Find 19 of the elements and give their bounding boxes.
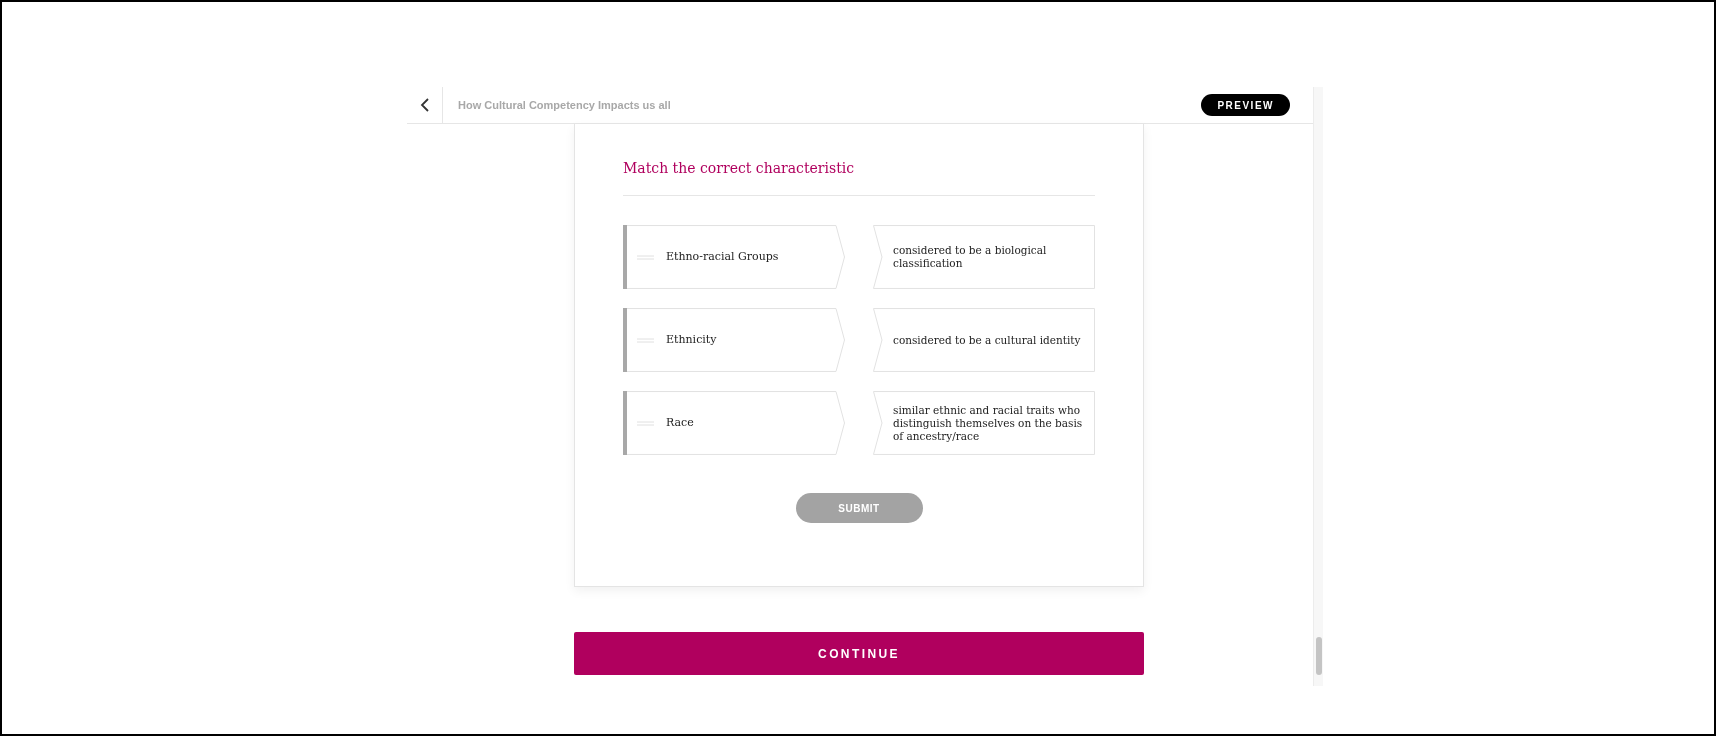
draggable-item[interactable]: Race [623, 391, 845, 455]
lesson-title: How Cultural Competency Impacts us all [458, 97, 671, 113]
target-label: considered to be a cultural identity [893, 333, 1081, 347]
draggable-item[interactable]: Ethnicity [623, 308, 845, 372]
continue-button[interactable]: CONTINUE [574, 632, 1144, 675]
scrollbar[interactable] [1313, 87, 1323, 686]
match-target[interactable]: considered to be a biological classification [873, 225, 1095, 289]
item-label: Ethno-racial Groups [666, 248, 779, 265]
target-label: similar ethnic and racial traits who distinguish themselves on the basis of ancestry/race [893, 403, 1084, 443]
question-title: Match the correct characteristic [623, 158, 1095, 196]
back-icon [419, 98, 430, 112]
preview-badge: PREVIEW [1201, 94, 1290, 116]
match-target[interactable]: similar ethnic and racial traits who distinguish themselves on the basis of ancestry/race [873, 391, 1095, 455]
item-label: Race [666, 414, 694, 431]
scrollbar-thumb[interactable] [1315, 637, 1322, 675]
match-target[interactable]: considered to be a cultural identity [873, 308, 1095, 372]
item-label: Ethnicity [666, 331, 717, 348]
target-label: considered to be a biological classification [893, 244, 1048, 270]
draggable-item[interactable]: Ethno-racial Groups [623, 225, 845, 289]
